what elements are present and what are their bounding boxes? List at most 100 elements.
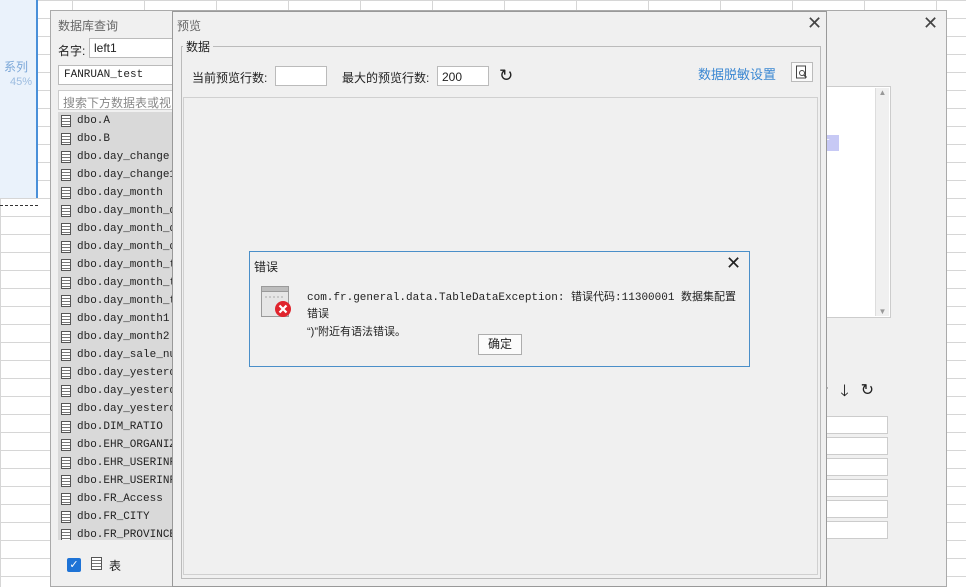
- series-label: 系列: [4, 60, 29, 74]
- table-list-item[interactable]: dbo.A: [58, 112, 183, 130]
- table-icon: [61, 403, 71, 415]
- table-icon: [61, 223, 71, 235]
- table-name: dbo.day_month_to: [77, 295, 183, 307]
- database-select[interactable]: FANRUAN_test: [58, 65, 183, 85]
- table-icon: [61, 511, 71, 523]
- scroll-up-icon[interactable]: ▲: [876, 88, 889, 97]
- name-input[interactable]: left1: [89, 38, 184, 58]
- table-icon: [61, 349, 71, 361]
- arrow-down-icon[interactable]: 🡓: [840, 380, 848, 407]
- chart-panel: 系列 45%: [0, 0, 38, 198]
- table-name: dbo.day_month1: [77, 313, 170, 325]
- name-label: 名字:: [58, 44, 86, 58]
- table-name: dbo.day_month_q: [77, 205, 177, 217]
- dialog-title: 数据库查询: [58, 19, 119, 33]
- table-list-item[interactable]: dbo.day_month_to: [58, 274, 183, 292]
- table-name: dbo.day_change1: [77, 169, 177, 181]
- close-icon[interactable]: ✕: [923, 13, 938, 34]
- table-name: dbo.B: [77, 133, 111, 145]
- table-list-item[interactable]: dbo.day_month1: [58, 310, 183, 328]
- table-name: dbo.EHR_USERINFO: [77, 475, 183, 487]
- error-message-line: “)”附近有语法错误。: [307, 326, 406, 338]
- table-icon: [61, 385, 71, 397]
- table-icon: [61, 367, 71, 379]
- table-icon: [61, 529, 71, 540]
- table-list: dbo.A dbo.B dbo.day_change dbo.day_change1d…: [58, 112, 183, 540]
- table-name: dbo.day_yesterda: [77, 385, 183, 397]
- table-search-input[interactable]: 搜索下方数据表或视图: [58, 90, 183, 110]
- table-toggle-label: 表: [109, 559, 122, 573]
- table-list-item[interactable]: dbo.FR_PROVINCE: [58, 526, 183, 540]
- table-list-item[interactable]: dbo.EHR_USERINFO: [58, 472, 183, 490]
- document-search-icon: [796, 65, 808, 79]
- table-name: dbo.day_month_to: [77, 277, 183, 289]
- table-name: dbo.EHR_USERINFO: [77, 457, 183, 469]
- table-name: dbo.day_change: [77, 151, 170, 163]
- table-list-item[interactable]: dbo.B: [58, 130, 183, 148]
- dashed-divider: [0, 205, 38, 206]
- table-list-item[interactable]: dbo.day_month: [58, 184, 183, 202]
- table-name: dbo.FR_CITY: [77, 511, 150, 523]
- table-name: dbo.day_yesterda: [77, 367, 183, 379]
- table-icon: [61, 115, 71, 127]
- table-icon: [61, 421, 71, 433]
- table-icon: [61, 187, 71, 199]
- refresh-icon[interactable]: ↻: [861, 380, 874, 407]
- table-list-item[interactable]: dbo.FR_Access: [58, 490, 183, 508]
- close-icon[interactable]: ✕: [726, 253, 741, 274]
- table-name: dbo.day_month_to: [77, 259, 183, 271]
- table-list-item[interactable]: dbo.day_yesterda: [58, 364, 183, 382]
- table-list-item[interactable]: dbo.EHR_USERINFO: [58, 454, 183, 472]
- table-list-item[interactable]: dbo.DIM_RATIO: [58, 418, 183, 436]
- current-rows-label: 当前预览行数:: [192, 71, 268, 85]
- table-list-item[interactable]: dbo.day_month_q: [58, 238, 183, 256]
- error-message: com.fr.general.data.TableDataException: …: [307, 290, 747, 341]
- table-icon: [61, 169, 71, 181]
- table-name: dbo.day_sale_nu: [77, 349, 177, 361]
- table-icon: [61, 133, 71, 145]
- table-list-item[interactable]: dbo.day_yesterda: [58, 400, 183, 418]
- desensitize-settings-link[interactable]: 数据脱敏设置: [698, 64, 776, 83]
- refresh-icon[interactable]: ↻: [499, 66, 513, 86]
- table-list-item[interactable]: dbo.day_month_to: [58, 292, 183, 310]
- table-name: dbo.day_month: [77, 187, 163, 199]
- table-list-item[interactable]: dbo.day_month_q: [58, 220, 183, 238]
- data-group-label: 数据: [183, 38, 214, 55]
- table-list-item[interactable]: dbo.day_month2: [58, 328, 183, 346]
- dialog-title: 预览: [177, 19, 202, 33]
- table-name: dbo.day_month_q: [77, 241, 177, 253]
- table-list-item[interactable]: dbo.day_month_to: [58, 256, 183, 274]
- scrollbar[interactable]: ▲ ▼: [875, 88, 889, 316]
- table-list-item[interactable]: dbo.day_change: [58, 148, 183, 166]
- current-rows-input[interactable]: [275, 66, 327, 86]
- table-icon: [61, 151, 71, 163]
- table-checkbox[interactable]: ✓: [67, 558, 81, 572]
- table-icon: [61, 493, 71, 505]
- table-name: dbo.FR_PROVINCE: [77, 529, 177, 540]
- table-icon: [61, 295, 71, 307]
- table-icon: [91, 557, 108, 570]
- table-list-item[interactable]: dbo.day_change1: [58, 166, 183, 184]
- table-list-item[interactable]: dbo.day_month_q: [58, 202, 183, 220]
- close-icon[interactable]: ✕: [807, 13, 822, 34]
- scroll-down-icon[interactable]: ▼: [876, 307, 889, 316]
- table-list-item[interactable]: dbo.day_sale_nu: [58, 346, 183, 364]
- table-list-item[interactable]: dbo.FR_CITY: [58, 508, 183, 526]
- table-icon: [61, 277, 71, 289]
- table-icon: [61, 475, 71, 487]
- table-icon: [61, 439, 71, 451]
- table-name: dbo.day_yesterda: [77, 403, 183, 415]
- param-toolbar: 🡑 🡓 ↻: [820, 380, 895, 407]
- table-name: dbo.DIM_RATIO: [77, 421, 163, 433]
- table-name: dbo.FR_Access: [77, 493, 163, 505]
- ok-button[interactable]: 确定: [478, 334, 522, 355]
- max-rows-input[interactable]: 200: [437, 66, 489, 86]
- table-list-item[interactable]: dbo.EHR_ORGANIZ: [58, 436, 183, 454]
- max-rows-label: 最大的预览行数:: [342, 71, 430, 85]
- error-message-line: com.fr.general.data.TableDataException: …: [307, 292, 737, 321]
- error-icon: [261, 286, 293, 321]
- table-icon: [61, 241, 71, 253]
- search-doc-button[interactable]: [791, 62, 813, 82]
- table-list-item[interactable]: dbo.day_yesterda: [58, 382, 183, 400]
- table-name: dbo.A: [77, 115, 111, 127]
